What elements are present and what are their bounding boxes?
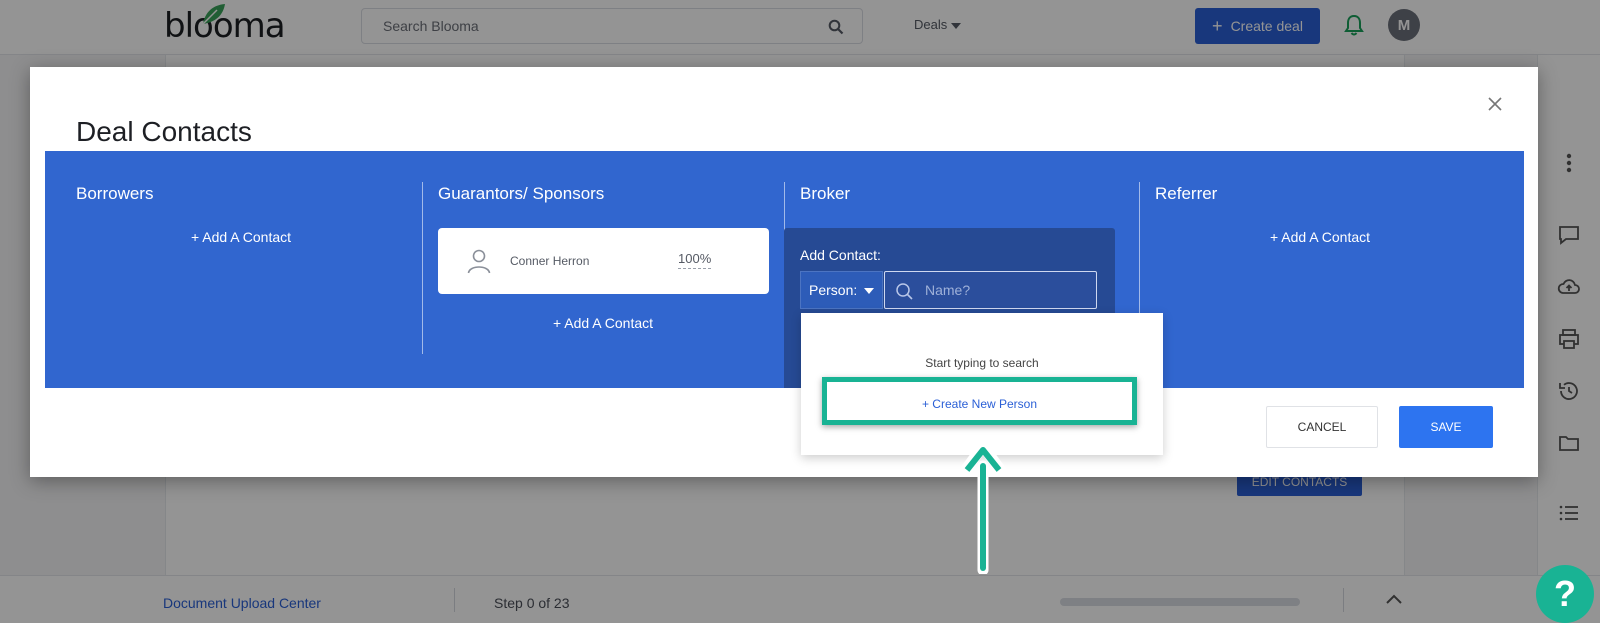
- broker-name-input[interactable]: [923, 272, 1093, 308]
- close-icon[interactable]: [1487, 96, 1503, 112]
- guarantors-title: Guarantors/ Sponsors: [438, 184, 605, 203]
- add-contact-label: Add Contact:: [800, 247, 881, 263]
- broker-title: Broker: [800, 184, 851, 203]
- guarantor-name: Conner Herron: [510, 254, 590, 268]
- guarantors-column: Guarantors/ Sponsors Conner Herron 100% …: [407, 151, 769, 388]
- contact-columns-panel: Borrowers + Add A Contact Guarantors/ Sp…: [45, 151, 1524, 388]
- referrer-title: Referrer: [1155, 184, 1218, 203]
- borrowers-column: Borrowers + Add A Contact: [45, 151, 407, 388]
- person-icon: [467, 249, 491, 274]
- help-button[interactable]: ?: [1536, 565, 1594, 623]
- referrer-column: Referrer + Add A Contact: [1124, 151, 1486, 388]
- add-referrer-link[interactable]: + Add A Contact: [1220, 229, 1420, 245]
- contact-type-value: Person:: [809, 282, 858, 298]
- borrowers-title: Borrowers: [76, 184, 154, 203]
- create-new-person-highlight[interactable]: + Create New Person: [822, 377, 1137, 425]
- caret-down-icon: [864, 288, 874, 294]
- contact-type-select[interactable]: Person:: [800, 271, 883, 309]
- deal-contacts-modal: Deal Contacts Borrowers + Add A Contact …: [30, 67, 1538, 477]
- ownership-percent-field[interactable]: 100%: [678, 251, 712, 269]
- search-hint: Start typing to search: [925, 356, 1039, 370]
- arrow-up-icon: [959, 442, 1007, 574]
- create-new-person-link[interactable]: + Create New Person: [827, 397, 1132, 411]
- add-borrower-link[interactable]: + Add A Contact: [141, 229, 341, 245]
- contact-search-dropdown: Start typing to search + Create New Pers…: [801, 313, 1163, 455]
- guarantor-contact-card[interactable]: Conner Herron 100%: [438, 228, 769, 294]
- save-button[interactable]: SAVE: [1399, 406, 1493, 448]
- modal-title: Deal Contacts: [76, 115, 252, 147]
- search-icon: [896, 283, 913, 300]
- add-guarantor-link[interactable]: + Add A Contact: [503, 315, 703, 331]
- cancel-button[interactable]: CANCEL: [1266, 406, 1378, 448]
- broker-name-search[interactable]: [884, 271, 1097, 309]
